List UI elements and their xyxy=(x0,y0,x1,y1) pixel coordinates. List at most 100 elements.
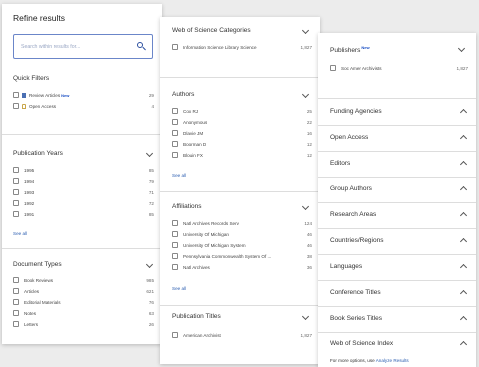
checkbox[interactable] xyxy=(172,332,178,338)
see-all-link[interactable]: See all xyxy=(172,286,186,291)
checkbox[interactable] xyxy=(172,119,178,125)
section-open-access[interactable]: Open Access xyxy=(330,133,468,143)
list-item[interactable]: Letters 26 xyxy=(13,320,154,328)
item-count: 79 xyxy=(148,178,154,184)
wos-categories-title: Web of Science Categories xyxy=(172,27,251,34)
section-conference-titles[interactable]: Conference Titles xyxy=(330,288,468,298)
divider xyxy=(318,254,476,255)
section-book-series-titles[interactable]: Book Series Titles xyxy=(330,314,468,324)
checkbox[interactable] xyxy=(172,264,178,270)
list-item[interactable]: 1994 79 xyxy=(13,177,154,185)
chevron-up-icon[interactable] xyxy=(459,108,468,117)
checkbox[interactable] xyxy=(13,200,19,206)
item-label: Pennsylvania Commonwealth System Of ... xyxy=(183,253,272,259)
checkbox[interactable] xyxy=(172,44,178,50)
chevron-up-icon[interactable] xyxy=(459,237,468,246)
checkbox[interactable] xyxy=(172,242,178,248)
section-funding-agencies[interactable]: Funding Agencies xyxy=(330,107,468,117)
list-item[interactable]: Boorman D 12 xyxy=(172,140,312,148)
checkbox[interactable] xyxy=(13,167,19,173)
checkbox[interactable] xyxy=(172,141,178,147)
list-item[interactable]: Book Reviews 985 xyxy=(13,276,154,284)
list-item[interactable]: 1991 85 xyxy=(13,210,154,218)
section-languages[interactable]: Languages xyxy=(330,262,468,272)
checkbox[interactable] xyxy=(172,152,178,158)
list-item[interactable]: Dlavie JM 16 xyxy=(172,129,312,137)
chevron-down-icon[interactable] xyxy=(145,149,154,158)
list-item[interactable]: Natl Archives Records Serv 124 xyxy=(172,219,312,227)
item-count: 72 xyxy=(148,200,154,206)
section-editors[interactable]: Editors xyxy=(330,159,468,169)
list-item[interactable]: Cox RJ 25 xyxy=(172,107,312,115)
quick-filter-open-access[interactable]: Open Access 4 xyxy=(13,102,154,110)
section-group-authors[interactable]: Group Authors xyxy=(330,184,468,194)
footer-prefix: For more options, use xyxy=(330,358,375,363)
see-all-link[interactable]: See all xyxy=(13,231,27,236)
list-item[interactable]: Soc Amer Archivists 1,827 xyxy=(330,64,468,72)
list-item[interactable]: American Archivist 1,827 xyxy=(172,331,312,339)
chevron-down-icon[interactable] xyxy=(301,312,310,321)
chevron-up-icon[interactable] xyxy=(459,211,468,220)
chevron-down-icon[interactable] xyxy=(301,90,310,99)
list-item[interactable]: University Of Michigan System 46 xyxy=(172,241,312,249)
item-label: Information Science Library Science xyxy=(183,44,257,50)
checkbox[interactable] xyxy=(172,108,178,114)
checkbox[interactable] xyxy=(13,178,19,184)
list-item[interactable]: Blouin FX 12 xyxy=(172,151,312,159)
checkbox[interactable] xyxy=(13,321,19,327)
chevron-down-icon[interactable] xyxy=(301,202,310,211)
search-icon[interactable] xyxy=(137,42,146,51)
list-item[interactable]: Anonymous 22 xyxy=(172,118,312,126)
section-countries-regions[interactable]: Countries/Regions xyxy=(330,236,468,246)
list-item[interactable]: Notes 63 xyxy=(13,309,154,317)
item-label: Anonymous xyxy=(183,119,208,125)
chevron-down-icon[interactable] xyxy=(301,26,310,35)
chevron-up-icon[interactable] xyxy=(459,315,468,324)
checkbox[interactable] xyxy=(13,310,19,316)
checkbox[interactable] xyxy=(172,231,178,237)
search-within-input[interactable]: Search within results for... xyxy=(13,34,153,59)
checkbox[interactable] xyxy=(13,288,19,294)
quick-filter-review-articles[interactable]: Review Articles New 29 xyxy=(13,91,154,99)
analyze-results-link[interactable]: Analyze Results xyxy=(376,358,409,363)
list-item[interactable]: 1995 85 xyxy=(13,166,154,174)
list-item[interactable]: 1992 72 xyxy=(13,199,154,207)
chevron-down-icon[interactable] xyxy=(457,44,466,53)
list-item[interactable]: Editorial Materials 76 xyxy=(13,298,154,306)
checkbox[interactable] xyxy=(13,103,19,109)
checkbox[interactable] xyxy=(13,277,19,283)
chevron-up-icon[interactable] xyxy=(459,340,468,349)
chevron-up-icon[interactable] xyxy=(459,289,468,298)
checkbox[interactable] xyxy=(172,220,178,226)
list-item[interactable]: Natl Archives 36 xyxy=(172,263,312,271)
checkbox[interactable] xyxy=(172,253,178,259)
chevron-up-icon[interactable] xyxy=(459,185,468,194)
section-label: Countries/Regions xyxy=(330,237,384,244)
affiliations-title: Affiliations xyxy=(172,203,202,210)
checkbox[interactable] xyxy=(13,299,19,305)
list-item[interactable]: 1993 71 xyxy=(13,188,154,196)
item-count: 26 xyxy=(148,321,154,327)
checkbox[interactable] xyxy=(330,65,336,71)
section-research-areas[interactable]: Research Areas xyxy=(330,210,468,220)
list-item[interactable]: University Of Michigan 46 xyxy=(172,230,312,238)
item-count: 1,827 xyxy=(300,332,313,338)
chevron-up-icon[interactable] xyxy=(459,134,468,143)
item-label: 1994 xyxy=(24,178,35,184)
checkbox[interactable] xyxy=(13,211,19,217)
chevron-up-icon[interactable] xyxy=(459,263,468,272)
item-count: 85 xyxy=(148,211,154,217)
checkbox[interactable] xyxy=(172,130,178,136)
chevron-up-icon[interactable] xyxy=(459,160,468,169)
checkbox[interactable] xyxy=(13,189,19,195)
checkbox[interactable] xyxy=(13,92,19,98)
section-web-of-science-index[interactable]: Web of Science Index xyxy=(330,339,468,349)
see-all-link[interactable]: See all xyxy=(172,173,186,178)
section-label: Web of Science Index xyxy=(330,340,394,347)
item-count: 22 xyxy=(306,119,312,125)
list-item[interactable]: Articles 621 xyxy=(13,287,154,295)
list-item[interactable]: Pennsylvania Commonwealth System Of ... … xyxy=(172,252,312,260)
chevron-down-icon[interactable] xyxy=(145,260,154,269)
list-item[interactable]: Information Science Library Science 1,82… xyxy=(172,43,312,51)
middle-filters-panel: Web of Science Categories Information Sc… xyxy=(160,17,320,364)
